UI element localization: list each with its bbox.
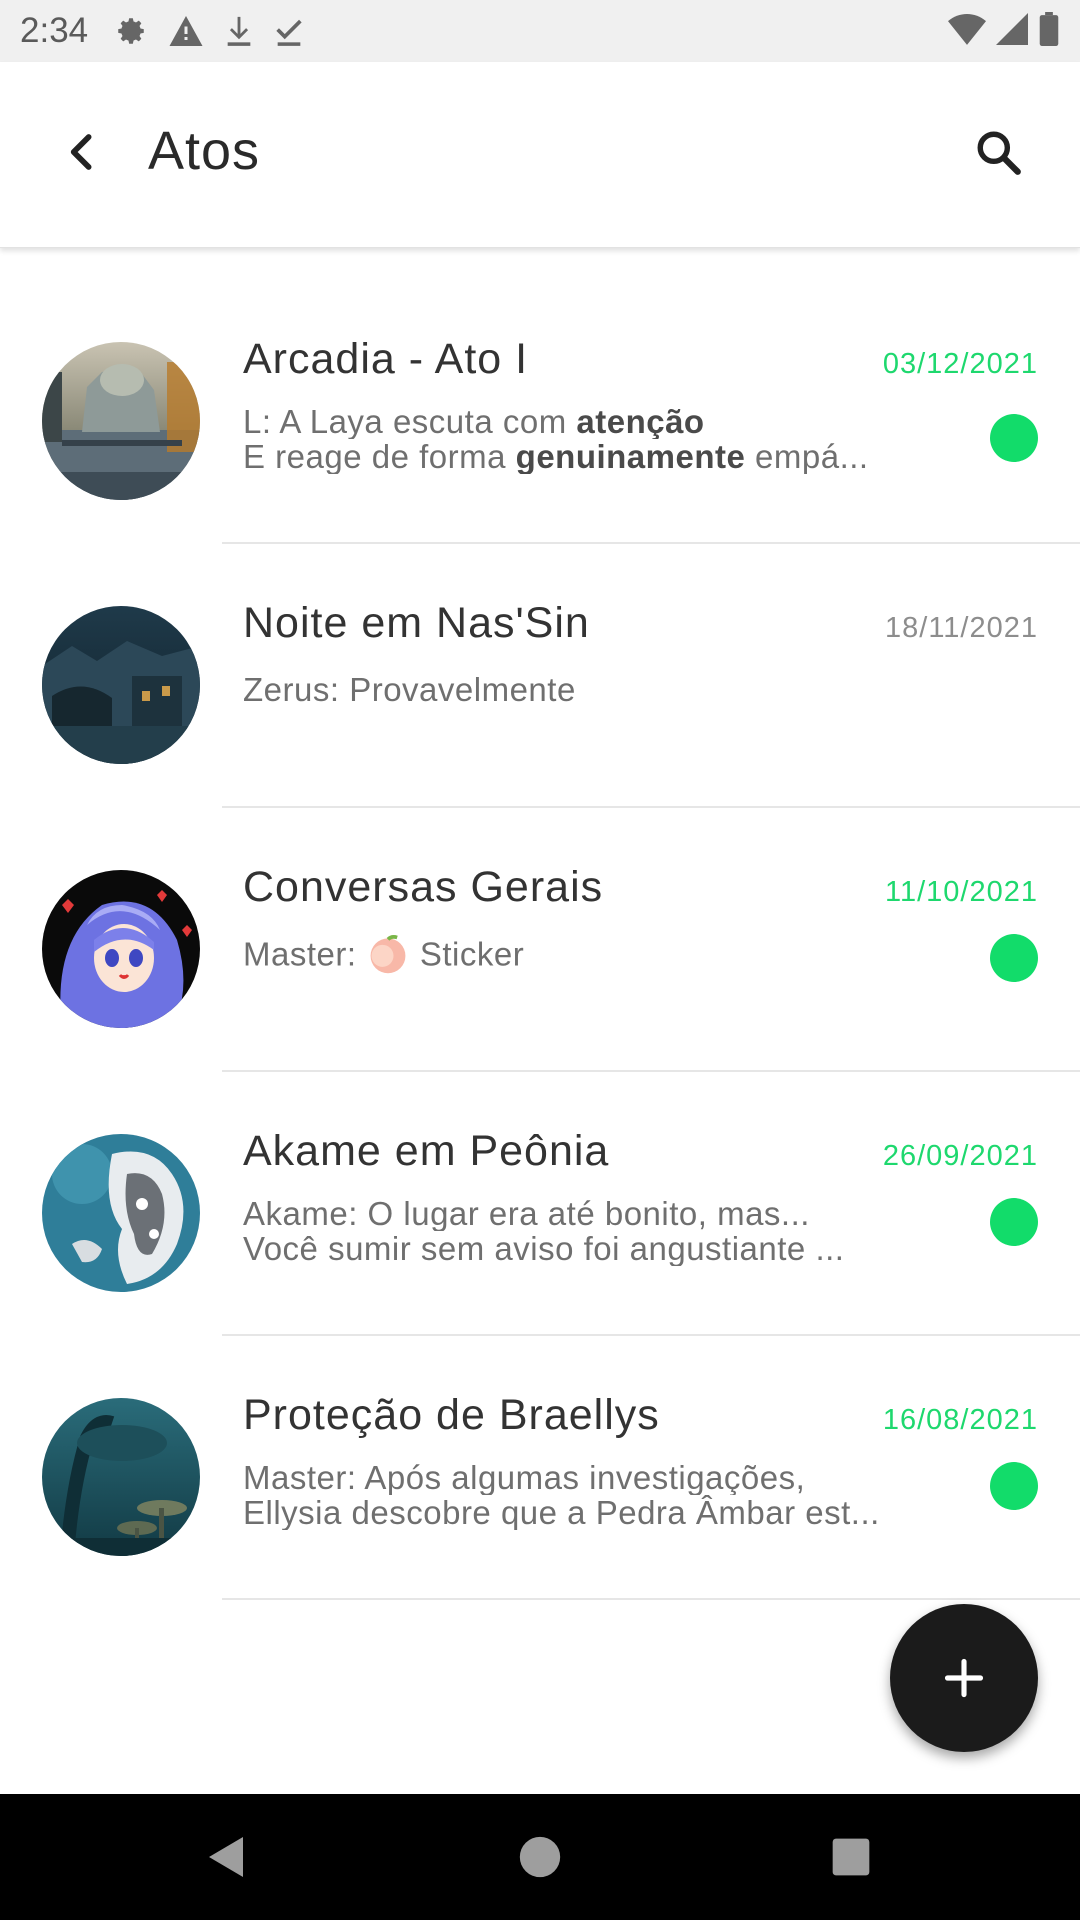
preview-bold-text: genuinamente [515,439,746,474]
page-title: Atos [148,121,261,181]
chat-preview: Akame: O lugar era até bonito, mas... Vo… [243,1196,963,1266]
search-icon [977,131,1021,175]
chat-preview: Zerus: Provavelmente [243,672,983,707]
peach-emoji-icon [366,932,410,982]
preview-text: Master: [243,935,367,973]
preview-text: Sticker [410,935,525,973]
status-bar: 2:34 [0,0,1080,62]
unread-indicator [990,1198,1038,1246]
avatar [42,870,200,1028]
chat-preview-line: Master: Após algumas investigações, [243,1460,806,1495]
nav-home-icon [519,1836,561,1878]
chat-preview: Master: Sticker [243,932,983,982]
gear-icon [114,14,148,48]
chat-date: 18/11/2021 [885,612,1038,644]
list-item[interactable]: Noite em Nas'Sin 18/11/2021 Zerus: Prova… [0,544,1080,808]
unread-indicator [990,414,1038,462]
chat-preview-line: Você sumir sem aviso foi angustiante ... [243,1231,845,1266]
back-button[interactable] [52,122,112,182]
chat-preview-line: Ellysia descobre que a Pedra Âmbar est..… [243,1495,880,1530]
preview-text: L: A Laya escuta com [243,404,577,439]
download-icon [224,14,254,48]
status-system-icons [948,0,1060,62]
nav-recents-icon [832,1838,870,1876]
unread-indicator [990,1462,1038,1510]
chat-list: Arcadia - Ato I 03/12/2021 L: A Laya esc… [0,280,1080,1600]
search-button[interactable] [966,120,1032,186]
chat-preview-line: Master: Sticker [243,932,983,982]
list-item[interactable]: Akame em Peônia 26/09/2021 Akame: O luga… [0,1072,1080,1336]
avatar [42,342,200,500]
system-nav-bar [0,1794,1080,1920]
warning-icon [168,14,204,48]
chat-date: 26/09/2021 [882,1140,1038,1172]
chat-date: 03/12/2021 [882,348,1038,380]
check-download-icon [274,14,304,48]
chat-title: Noite em Nas'Sin [243,599,590,647]
avatar [42,1134,200,1292]
chat-preview-line: Akame: O lugar era até bonito, mas... [243,1196,810,1231]
chat-title: Arcadia - Ato I [243,335,529,383]
chat-preview-line: E reage de forma genuinamente empá... [243,439,978,474]
preview-text: empá... [745,439,869,474]
nav-home-button[interactable] [507,1824,573,1890]
nav-recents-button[interactable] [818,1824,884,1890]
chat-preview-line: Zerus: Provavelmente [243,672,576,707]
divider [222,1598,1080,1600]
preview-text: E reage de forma [243,439,516,474]
list-item[interactable]: Arcadia - Ato I 03/12/2021 L: A Laya esc… [0,280,1080,544]
wifi-icon [948,13,986,49]
chat-title: Akame em Peônia [243,1127,610,1175]
status-notification-icons [114,14,304,48]
list-item[interactable]: Conversas Gerais 11/10/2021 Master: Stic… [0,808,1080,1072]
preview-bold-text: atenção [576,404,705,439]
chat-date: 16/08/2021 [882,1404,1038,1436]
chat-preview: Master: Após algumas investigações, Elly… [243,1460,988,1530]
chat-title: Conversas Gerais [243,863,604,911]
chat-title: Proteção de Braellys [243,1391,660,1439]
unread-indicator [990,934,1038,982]
chat-preview-line: L: A Laya escuta com atenção [243,404,978,439]
back-arrow-icon [70,134,92,170]
status-time: 2:34 [20,11,89,50]
battery-icon [1038,12,1060,50]
plus-icon [944,1658,984,1698]
nav-back-button[interactable] [192,1824,258,1890]
nav-back-icon [209,1837,243,1877]
app-bar: Atos [0,62,1080,248]
signal-icon [996,13,1028,49]
list-item[interactable]: Proteção de Braellys 16/08/2021 Master: … [0,1336,1080,1600]
add-chat-button[interactable] [890,1604,1038,1752]
chat-date: 11/10/2021 [885,876,1038,908]
chat-preview: L: A Laya escuta com atenção E reage de … [243,404,978,474]
avatar [42,606,200,764]
avatar [42,1398,200,1556]
